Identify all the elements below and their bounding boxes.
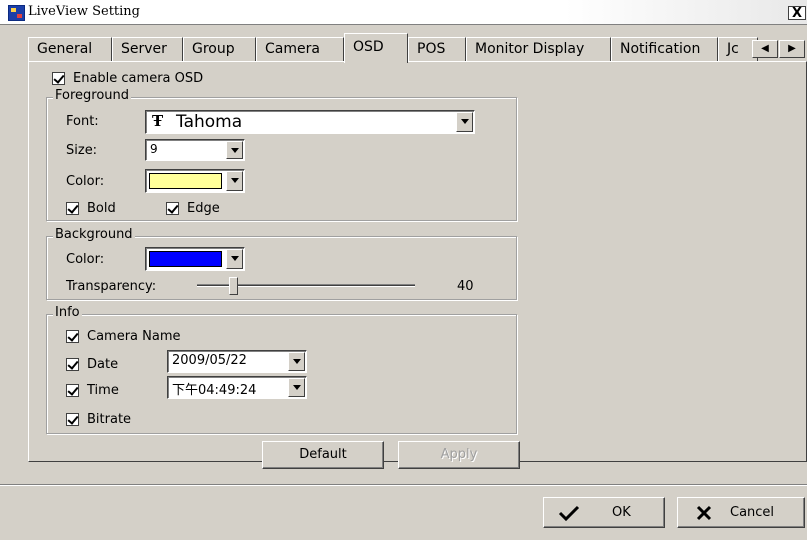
bg-color-label: Color: [66, 252, 105, 267]
checkmark-icon [558, 505, 580, 521]
foreground-title: Foreground [53, 88, 132, 104]
checkbox-icon [66, 358, 79, 371]
size-label: Size: [66, 143, 98, 158]
tab-monitor-display[interactable]: Monitor Display [466, 37, 611, 61]
checkbox-icon [166, 202, 179, 215]
tab-pos[interactable]: POS [408, 37, 466, 61]
checkbox-icon [66, 384, 79, 397]
size-dropdown[interactable]: 9 [145, 139, 245, 161]
transparency-label: Transparency: [66, 279, 157, 294]
tab-scroll-left-icon[interactable]: ◀ [752, 40, 778, 58]
tab-group[interactable]: Group [183, 37, 256, 61]
edge-checkbox[interactable]: Edge [166, 201, 220, 216]
checkbox-icon [66, 330, 79, 343]
time-format-dropdown[interactable]: 下午04:49:24 [167, 376, 307, 399]
chevron-down-icon[interactable] [226, 141, 243, 159]
apply-button-label: Apply [440, 447, 478, 462]
title-bar: LiveView Setting X [0, 0, 807, 25]
tab-server[interactable]: Server [112, 37, 183, 61]
edge-label: Edge [187, 201, 220, 216]
apply-button[interactable]: Apply [398, 441, 520, 469]
ok-button[interactable]: OK [543, 497, 665, 528]
close-button[interactable]: X [788, 6, 806, 20]
date-checkbox[interactable]: Date [66, 357, 118, 372]
chevron-down-icon[interactable] [226, 249, 243, 269]
camera-name-label: Camera Name [87, 329, 181, 344]
date-label: Date [87, 357, 119, 372]
font-dropdown[interactable]: Ŧ Tahoma [145, 110, 475, 134]
bitrate-label: Bitrate [87, 412, 132, 427]
checkbox-icon [52, 72, 65, 85]
tab-osd[interactable]: OSD [344, 33, 408, 63]
date-format-dropdown[interactable]: 2009/05/22 [167, 350, 307, 373]
tab-scroll: ◀ ▶ [752, 40, 806, 58]
chevron-down-icon[interactable] [288, 352, 305, 371]
bg-color-swatch [149, 251, 222, 267]
chevron-down-icon[interactable] [226, 171, 243, 191]
tab-notification[interactable]: Notification [611, 37, 718, 61]
bitrate-checkbox[interactable]: Bitrate [66, 412, 131, 427]
size-value: 9 [150, 142, 158, 156]
chevron-down-icon[interactable] [456, 112, 473, 132]
truetype-icon: Ŧ [152, 112, 164, 130]
enable-osd-checkbox[interactable]: Enable camera OSD [52, 71, 203, 86]
bold-checkbox[interactable]: Bold [66, 201, 116, 216]
fg-color-swatch [149, 173, 222, 189]
transparency-slider-thumb[interactable] [229, 277, 238, 295]
checkbox-icon [66, 202, 79, 215]
default-button-label: Default [299, 447, 347, 462]
checkbox-icon [66, 413, 79, 426]
bold-label: Bold [87, 201, 116, 216]
time-label: Time [87, 383, 119, 398]
tab-camera[interactable]: Camera [256, 37, 344, 61]
default-button[interactable]: Default [262, 441, 384, 469]
font-value: Tahoma [176, 112, 243, 132]
cancel-x-icon [696, 505, 712, 521]
date-value: 2009/05/22 [172, 353, 247, 368]
bg-color-picker[interactable] [145, 247, 245, 271]
info-title: Info [53, 305, 82, 321]
time-value: 下午04:49:24 [172, 383, 257, 398]
tab-scroll-right-icon[interactable]: ▶ [779, 40, 805, 58]
chevron-down-icon[interactable] [288, 378, 305, 397]
tab-general[interactable]: General [28, 37, 112, 61]
transparency-value: 40 [457, 279, 474, 294]
ok-button-label: OK [612, 505, 631, 520]
enable-osd-label: Enable camera OSD [73, 71, 204, 86]
background-title: Background [53, 227, 135, 243]
cancel-button[interactable]: Cancel [677, 497, 805, 528]
cancel-button-label: Cancel [730, 505, 775, 520]
camera-name-checkbox[interactable]: Camera Name [66, 329, 181, 344]
app-icon [8, 5, 25, 21]
window-title: LiveView Setting [28, 4, 140, 19]
font-label: Font: [66, 114, 99, 129]
fg-color-label: Color: [66, 174, 105, 189]
fg-color-picker[interactable] [145, 169, 245, 193]
time-checkbox[interactable]: Time [66, 383, 119, 398]
